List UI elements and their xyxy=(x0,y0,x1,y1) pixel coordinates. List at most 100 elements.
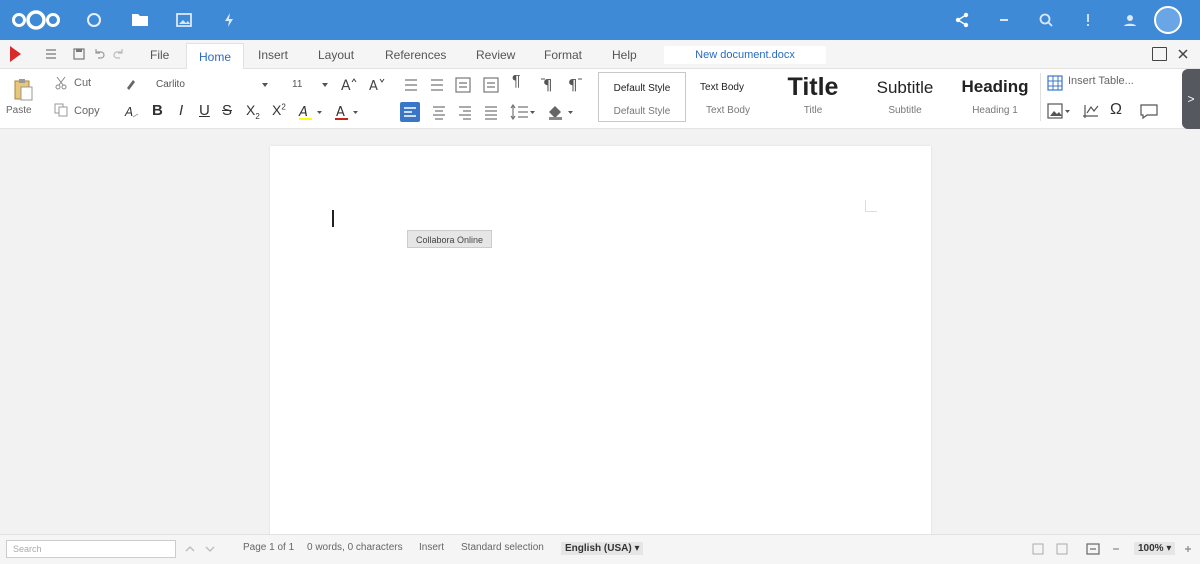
align-center-icon[interactable] xyxy=(430,103,448,121)
fit-width-icon[interactable] xyxy=(1056,543,1068,555)
font-name-select[interactable]: Carlito xyxy=(150,76,274,94)
italic-icon[interactable]: I xyxy=(179,102,183,119)
nextcloud-header xyxy=(0,0,1200,40)
search-up-icon[interactable] xyxy=(184,544,196,554)
formatting-marks-icon[interactable]: ¶ xyxy=(512,73,521,91)
font-size-select[interactable]: 11 xyxy=(288,76,332,94)
activity-icon[interactable] xyxy=(217,8,241,32)
selection-mode-status[interactable]: Standard selection xyxy=(461,542,544,553)
minus-icon[interactable] xyxy=(992,8,1016,32)
user-tooltip: Collabora Online xyxy=(407,230,493,248)
style-subtitle-label: Subtitle xyxy=(876,78,934,97)
dashboard-icon[interactable] xyxy=(82,8,106,32)
chevron-down-icon xyxy=(262,83,268,87)
insert-mode-status[interactable]: Insert xyxy=(419,542,444,553)
zoom-select[interactable]: 100% ▾ xyxy=(1134,542,1176,555)
copy-label[interactable]: Copy xyxy=(74,105,100,117)
menubar: File Home Insert Layout References Revie… xyxy=(0,40,1200,69)
nextcloud-logo[interactable] xyxy=(10,8,62,32)
save-icon[interactable] xyxy=(72,47,86,61)
tab-format[interactable]: Format xyxy=(544,46,582,64)
style-subtitle-sub: Subtitle xyxy=(888,105,922,116)
line-spacing-icon[interactable] xyxy=(510,103,536,121)
sidebar-expand-button[interactable]: > xyxy=(1182,69,1200,129)
zoom-reset-icon[interactable] xyxy=(1086,543,1100,555)
shrink-font-icon[interactable]: A xyxy=(368,75,386,93)
insert-table-label[interactable]: Insert Table... xyxy=(1068,75,1134,87)
font-color-icon[interactable]: A xyxy=(334,103,360,121)
redo-icon[interactable] xyxy=(112,47,126,61)
photos-icon[interactable] xyxy=(172,8,196,32)
search-input[interactable]: Search xyxy=(6,540,176,558)
paragraph-ltr-icon[interactable]: ¶ xyxy=(540,75,558,93)
style-title[interactable]: Title Title xyxy=(770,72,856,122)
language-value: English (USA) xyxy=(565,543,632,554)
share-icon[interactable] xyxy=(950,8,974,32)
tab-help[interactable]: Help xyxy=(612,46,637,64)
document-name-field[interactable]: New document.docx xyxy=(664,46,826,64)
subscript-icon[interactable]: X2 xyxy=(246,102,260,121)
superscript-icon[interactable]: X2 xyxy=(272,102,286,118)
cut-label[interactable]: Cut xyxy=(74,77,91,89)
grow-font-icon[interactable]: A xyxy=(340,75,358,93)
align-justify-icon[interactable] xyxy=(482,103,500,121)
undo-icon[interactable] xyxy=(92,47,106,61)
increase-indent-icon[interactable] xyxy=(482,76,500,94)
align-right-icon[interactable] xyxy=(456,103,474,121)
font-name-value: Carlito xyxy=(156,79,185,90)
style-default[interactable]: Default Style Default Style xyxy=(598,72,686,122)
style-subtitle[interactable]: Subtitle Subtitle xyxy=(862,72,948,122)
tab-insert[interactable]: Insert xyxy=(258,46,288,64)
align-left-icon[interactable] xyxy=(400,102,420,122)
insert-image-icon[interactable] xyxy=(1046,102,1072,120)
svg-text:A: A xyxy=(341,78,351,93)
font-size-value: 11 xyxy=(292,79,303,90)
tab-layout[interactable]: Layout xyxy=(318,46,354,64)
paragraph-background-icon[interactable] xyxy=(546,103,576,121)
paste-label[interactable]: Paste xyxy=(6,105,32,116)
tab-review[interactable]: Review xyxy=(476,46,515,64)
word-count-status: 0 words, 0 characters xyxy=(307,542,403,553)
special-character-icon[interactable]: Ω xyxy=(1110,101,1122,119)
contacts-icon[interactable] xyxy=(1118,8,1142,32)
paragraph-rtl-icon[interactable]: ¶ xyxy=(566,75,584,93)
zoom-in-icon[interactable] xyxy=(1182,543,1194,555)
chevron-down-icon: ▾ xyxy=(634,543,640,554)
search-icon[interactable] xyxy=(1034,8,1058,32)
status-bar: Search Page 1 of 1 0 words, 0 characters… xyxy=(0,534,1200,564)
svg-text:¶: ¶ xyxy=(568,76,578,93)
sidebar-toggle-icon[interactable] xyxy=(1152,47,1167,61)
outline-list-icon[interactable] xyxy=(454,76,472,94)
close-icon[interactable] xyxy=(1176,47,1190,61)
cut-icon[interactable] xyxy=(54,76,68,90)
tab-home[interactable]: Home xyxy=(186,43,245,69)
numbered-list-icon[interactable] xyxy=(428,76,446,94)
document-page[interactable]: Collabora Online xyxy=(270,146,931,546)
files-icon[interactable] xyxy=(128,8,152,32)
language-select[interactable]: English (USA) ▾ xyxy=(561,542,644,555)
style-default-sub: Default Style xyxy=(613,106,671,117)
clear-formatting-icon[interactable]: A xyxy=(124,105,140,119)
style-text-body[interactable]: Text Body Text Body xyxy=(690,72,770,122)
paste-icon[interactable] xyxy=(12,77,34,101)
bullet-list-icon[interactable] xyxy=(402,76,420,94)
bold-icon[interactable]: B xyxy=(152,102,163,119)
copy-icon[interactable] xyxy=(54,103,68,117)
insert-table-icon[interactable] xyxy=(1046,74,1064,92)
user-avatar[interactable] xyxy=(1154,6,1182,34)
strikethrough-icon[interactable]: S xyxy=(222,102,232,119)
insert-comment-icon[interactable] xyxy=(1138,102,1162,120)
page-count-status: Page 1 of 1 xyxy=(243,542,295,553)
zoom-out-icon[interactable] xyxy=(1110,543,1122,555)
search-down-icon[interactable] xyxy=(204,544,216,554)
insert-chart-icon[interactable] xyxy=(1082,102,1100,120)
clone-formatting-icon[interactable] xyxy=(124,76,138,90)
document-signed-icon xyxy=(1032,543,1044,555)
tab-file[interactable]: File xyxy=(150,46,169,64)
underline-icon[interactable]: U xyxy=(199,102,210,119)
highlight-color-icon[interactable]: A xyxy=(298,103,324,121)
notifications-icon[interactable] xyxy=(1076,8,1100,32)
style-heading[interactable]: Heading Heading 1 xyxy=(952,72,1038,122)
tab-references[interactable]: References xyxy=(385,46,446,64)
menu-icon[interactable] xyxy=(44,47,58,61)
